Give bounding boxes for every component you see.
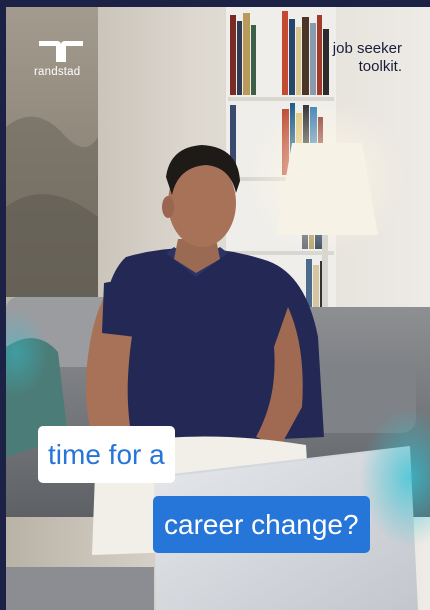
headline-line-2: career change? (153, 496, 370, 553)
brand-name: randstad (34, 66, 81, 78)
randstad-logo[interactable]: randstad (34, 38, 94, 88)
toolkit-line-2: toolkit. (358, 58, 402, 75)
randstad-logo-mark-icon (39, 41, 83, 62)
toolkit-label: job seeker toolkit. (333, 40, 402, 76)
headline-line-1: time for a (38, 426, 175, 483)
ad-card: randstad job seeker toolkit. time for a … (0, 0, 430, 610)
toolkit-line-1: job seeker (332, 40, 402, 57)
